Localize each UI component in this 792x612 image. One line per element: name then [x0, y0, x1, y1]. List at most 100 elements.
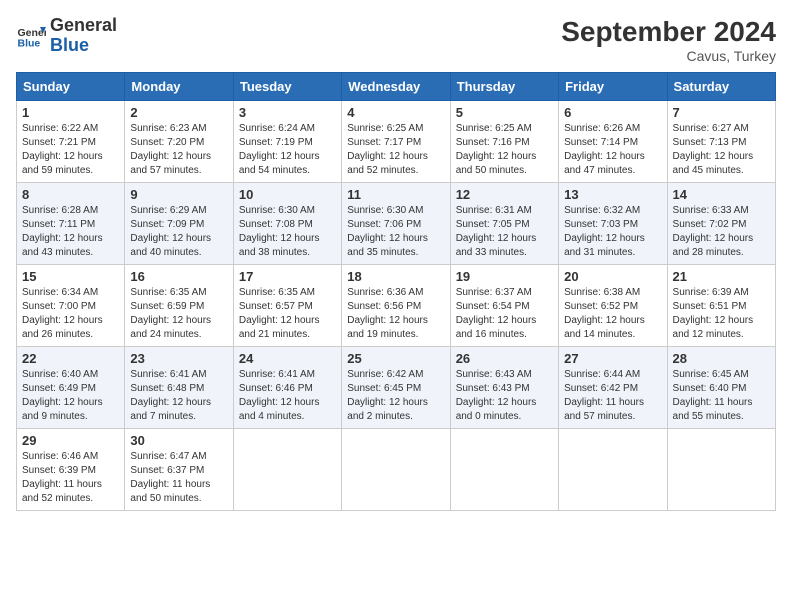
calendar-cell: 21 Sunrise: 6:39 AM Sunset: 6:51 PM Dayl…	[667, 265, 775, 347]
calendar-cell: 29 Sunrise: 6:46 AM Sunset: 6:39 PM Dayl…	[17, 429, 125, 511]
day-number: 21	[673, 269, 770, 284]
calendar-week-row: 29 Sunrise: 6:46 AM Sunset: 6:39 PM Dayl…	[17, 429, 776, 511]
day-info: Sunrise: 6:38 AM Sunset: 6:52 PM Dayligh…	[564, 286, 661, 342]
day-number: 22	[22, 351, 119, 366]
calendar-week-row: 22 Sunrise: 6:40 AM Sunset: 6:49 PM Dayl…	[17, 347, 776, 429]
day-number: 19	[456, 269, 553, 284]
calendar-cell	[233, 429, 341, 511]
calendar-cell	[450, 429, 558, 511]
day-number: 30	[130, 433, 227, 448]
day-info: Sunrise: 6:37 AM Sunset: 6:54 PM Dayligh…	[456, 286, 553, 342]
calendar-header-row: Sunday Monday Tuesday Wednesday Thursday…	[17, 73, 776, 101]
day-info: Sunrise: 6:28 AM Sunset: 7:11 PM Dayligh…	[22, 204, 119, 260]
day-number: 24	[239, 351, 336, 366]
day-number: 7	[673, 105, 770, 120]
day-number: 16	[130, 269, 227, 284]
day-number: 26	[456, 351, 553, 366]
day-number: 1	[22, 105, 119, 120]
calendar-cell: 4 Sunrise: 6:25 AM Sunset: 7:17 PM Dayli…	[342, 101, 450, 183]
calendar-cell: 19 Sunrise: 6:37 AM Sunset: 6:54 PM Dayl…	[450, 265, 558, 347]
calendar-cell: 28 Sunrise: 6:45 AM Sunset: 6:40 PM Dayl…	[667, 347, 775, 429]
day-number: 3	[239, 105, 336, 120]
day-info: Sunrise: 6:36 AM Sunset: 6:56 PM Dayligh…	[347, 286, 444, 342]
col-saturday: Saturday	[667, 73, 775, 101]
calendar-week-row: 1 Sunrise: 6:22 AM Sunset: 7:21 PM Dayli…	[17, 101, 776, 183]
day-info: Sunrise: 6:47 AM Sunset: 6:37 PM Dayligh…	[130, 450, 227, 506]
calendar-cell: 22 Sunrise: 6:40 AM Sunset: 6:49 PM Dayl…	[17, 347, 125, 429]
calendar-body: 1 Sunrise: 6:22 AM Sunset: 7:21 PM Dayli…	[17, 101, 776, 511]
day-info: Sunrise: 6:26 AM Sunset: 7:14 PM Dayligh…	[564, 122, 661, 178]
day-number: 28	[673, 351, 770, 366]
calendar-cell: 11 Sunrise: 6:30 AM Sunset: 7:06 PM Dayl…	[342, 183, 450, 265]
day-number: 4	[347, 105, 444, 120]
day-number: 20	[564, 269, 661, 284]
calendar-cell	[559, 429, 667, 511]
calendar-cell: 14 Sunrise: 6:33 AM Sunset: 7:02 PM Dayl…	[667, 183, 775, 265]
day-info: Sunrise: 6:30 AM Sunset: 7:06 PM Dayligh…	[347, 204, 444, 260]
day-info: Sunrise: 6:32 AM Sunset: 7:03 PM Dayligh…	[564, 204, 661, 260]
calendar-cell: 12 Sunrise: 6:31 AM Sunset: 7:05 PM Dayl…	[450, 183, 558, 265]
calendar-cell: 30 Sunrise: 6:47 AM Sunset: 6:37 PM Dayl…	[125, 429, 233, 511]
col-sunday: Sunday	[17, 73, 125, 101]
calendar-cell: 8 Sunrise: 6:28 AM Sunset: 7:11 PM Dayli…	[17, 183, 125, 265]
logo: General Blue General Blue	[16, 16, 117, 56]
day-info: Sunrise: 6:43 AM Sunset: 6:43 PM Dayligh…	[456, 368, 553, 424]
day-number: 25	[347, 351, 444, 366]
day-number: 27	[564, 351, 661, 366]
page-header: General Blue General Blue September 2024…	[16, 16, 776, 64]
day-info: Sunrise: 6:46 AM Sunset: 6:39 PM Dayligh…	[22, 450, 119, 506]
day-info: Sunrise: 6:41 AM Sunset: 6:48 PM Dayligh…	[130, 368, 227, 424]
day-number: 17	[239, 269, 336, 284]
calendar-cell: 5 Sunrise: 6:25 AM Sunset: 7:16 PM Dayli…	[450, 101, 558, 183]
day-number: 14	[673, 187, 770, 202]
col-friday: Friday	[559, 73, 667, 101]
calendar-cell: 25 Sunrise: 6:42 AM Sunset: 6:45 PM Dayl…	[342, 347, 450, 429]
svg-text:Blue: Blue	[18, 37, 41, 49]
day-number: 8	[22, 187, 119, 202]
calendar-table: Sunday Monday Tuesday Wednesday Thursday…	[16, 72, 776, 511]
day-number: 18	[347, 269, 444, 284]
logo-text: General Blue	[50, 16, 117, 56]
calendar-cell: 24 Sunrise: 6:41 AM Sunset: 6:46 PM Dayl…	[233, 347, 341, 429]
col-thursday: Thursday	[450, 73, 558, 101]
calendar-cell: 9 Sunrise: 6:29 AM Sunset: 7:09 PM Dayli…	[125, 183, 233, 265]
day-number: 5	[456, 105, 553, 120]
day-number: 9	[130, 187, 227, 202]
day-info: Sunrise: 6:33 AM Sunset: 7:02 PM Dayligh…	[673, 204, 770, 260]
day-info: Sunrise: 6:42 AM Sunset: 6:45 PM Dayligh…	[347, 368, 444, 424]
calendar-cell: 27 Sunrise: 6:44 AM Sunset: 6:42 PM Dayl…	[559, 347, 667, 429]
day-info: Sunrise: 6:31 AM Sunset: 7:05 PM Dayligh…	[456, 204, 553, 260]
day-number: 11	[347, 187, 444, 202]
logo-icon: General Blue	[16, 21, 46, 51]
day-number: 13	[564, 187, 661, 202]
calendar-week-row: 8 Sunrise: 6:28 AM Sunset: 7:11 PM Dayli…	[17, 183, 776, 265]
day-number: 15	[22, 269, 119, 284]
day-info: Sunrise: 6:30 AM Sunset: 7:08 PM Dayligh…	[239, 204, 336, 260]
day-info: Sunrise: 6:22 AM Sunset: 7:21 PM Dayligh…	[22, 122, 119, 178]
day-info: Sunrise: 6:23 AM Sunset: 7:20 PM Dayligh…	[130, 122, 227, 178]
calendar-cell	[667, 429, 775, 511]
day-info: Sunrise: 6:27 AM Sunset: 7:13 PM Dayligh…	[673, 122, 770, 178]
day-info: Sunrise: 6:45 AM Sunset: 6:40 PM Dayligh…	[673, 368, 770, 424]
col-tuesday: Tuesday	[233, 73, 341, 101]
day-number: 23	[130, 351, 227, 366]
day-info: Sunrise: 6:25 AM Sunset: 7:16 PM Dayligh…	[456, 122, 553, 178]
calendar-cell: 15 Sunrise: 6:34 AM Sunset: 7:00 PM Dayl…	[17, 265, 125, 347]
location: Cavus, Turkey	[561, 48, 776, 64]
day-info: Sunrise: 6:35 AM Sunset: 6:59 PM Dayligh…	[130, 286, 227, 342]
calendar-week-row: 15 Sunrise: 6:34 AM Sunset: 7:00 PM Dayl…	[17, 265, 776, 347]
calendar-cell: 23 Sunrise: 6:41 AM Sunset: 6:48 PM Dayl…	[125, 347, 233, 429]
day-info: Sunrise: 6:29 AM Sunset: 7:09 PM Dayligh…	[130, 204, 227, 260]
day-info: Sunrise: 6:24 AM Sunset: 7:19 PM Dayligh…	[239, 122, 336, 178]
calendar-cell: 6 Sunrise: 6:26 AM Sunset: 7:14 PM Dayli…	[559, 101, 667, 183]
day-info: Sunrise: 6:25 AM Sunset: 7:17 PM Dayligh…	[347, 122, 444, 178]
day-number: 2	[130, 105, 227, 120]
day-info: Sunrise: 6:41 AM Sunset: 6:46 PM Dayligh…	[239, 368, 336, 424]
title-block: September 2024 Cavus, Turkey	[561, 16, 776, 64]
day-number: 6	[564, 105, 661, 120]
day-number: 29	[22, 433, 119, 448]
calendar-cell: 17 Sunrise: 6:35 AM Sunset: 6:57 PM Dayl…	[233, 265, 341, 347]
day-info: Sunrise: 6:35 AM Sunset: 6:57 PM Dayligh…	[239, 286, 336, 342]
calendar-cell: 3 Sunrise: 6:24 AM Sunset: 7:19 PM Dayli…	[233, 101, 341, 183]
calendar-cell: 1 Sunrise: 6:22 AM Sunset: 7:21 PM Dayli…	[17, 101, 125, 183]
